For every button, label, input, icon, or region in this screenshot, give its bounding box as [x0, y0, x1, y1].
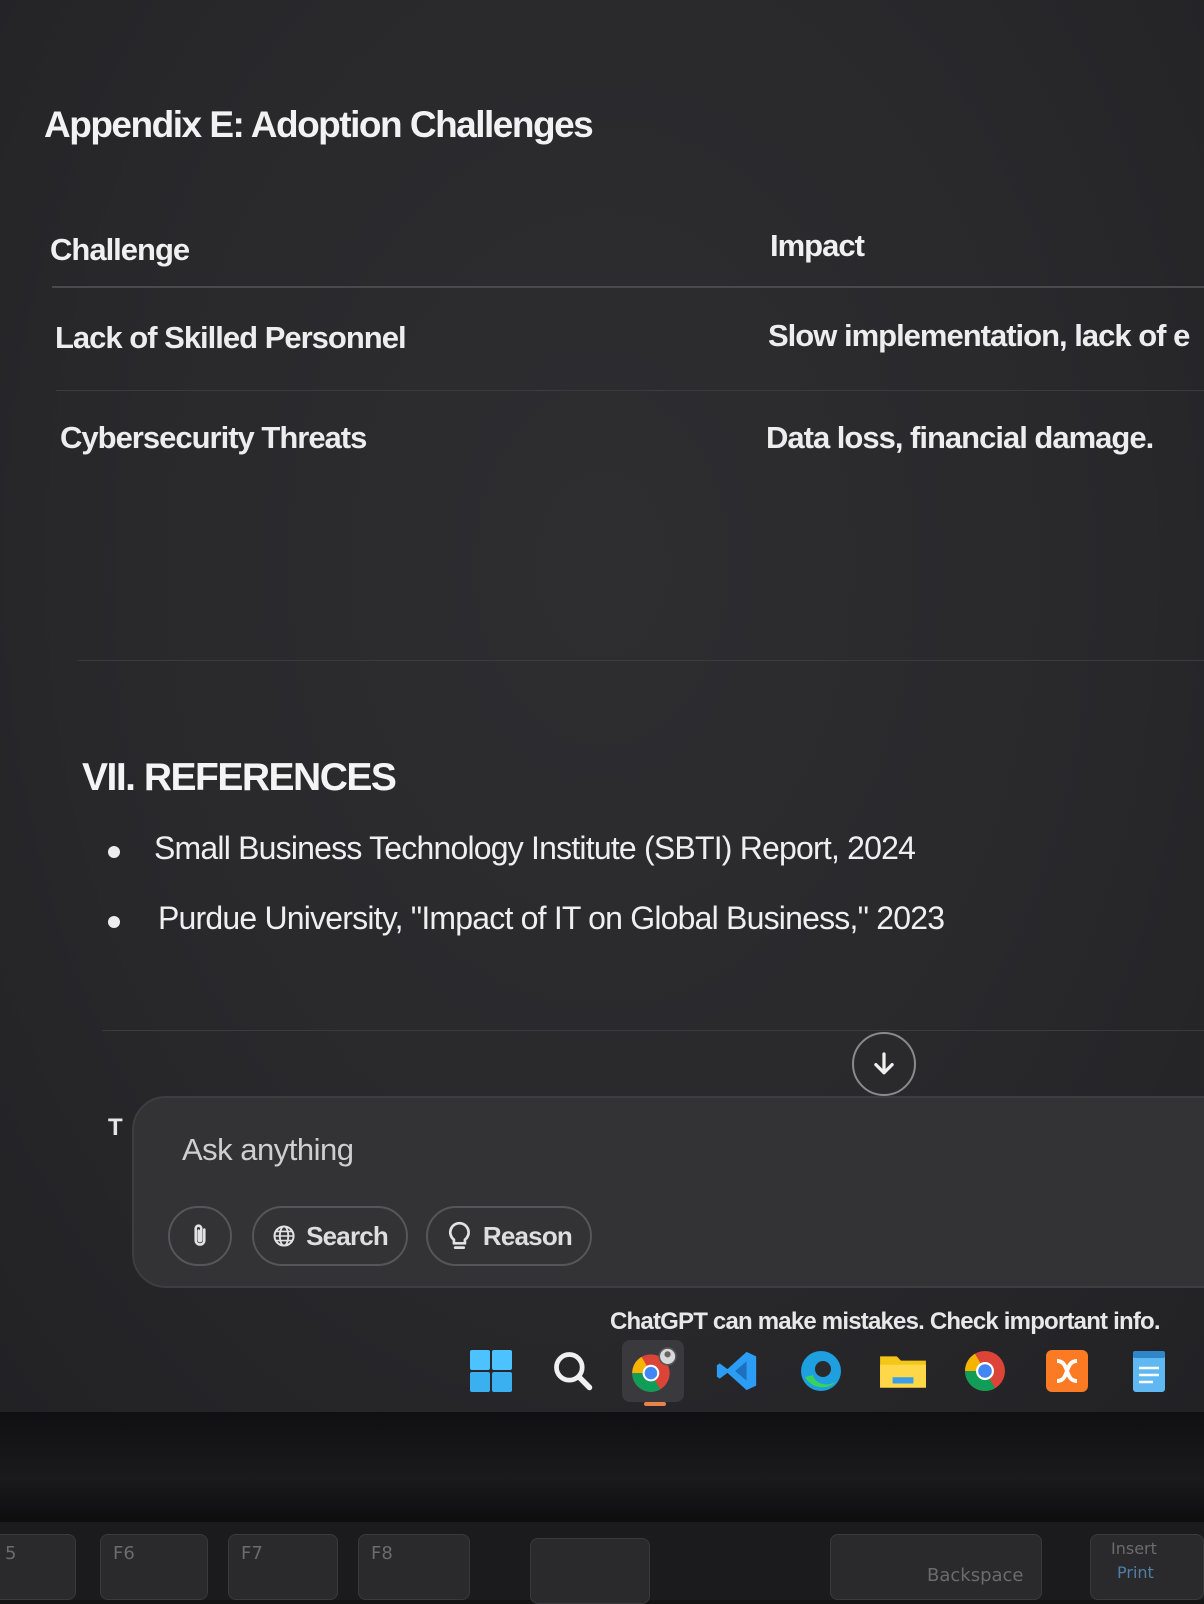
table-cell-impact-1: Slow implementation, lack of e [768, 318, 1190, 353]
scroll-to-bottom-button[interactable] [852, 1032, 916, 1096]
vscode-icon[interactable] [706, 1340, 768, 1402]
key-insert: Insert Print [1090, 1534, 1204, 1600]
search-button-label: Search [306, 1220, 389, 1251]
key-5: 5 [0, 1534, 76, 1600]
table-header-rule [52, 286, 1204, 288]
search-button[interactable]: Search [252, 1206, 408, 1266]
lightbulb-icon [448, 1221, 470, 1249]
arrow-down-icon [874, 1052, 894, 1075]
paperclip-icon [194, 1224, 206, 1246]
xampp-icon[interactable] [1036, 1340, 1098, 1402]
key-f6: F6 [100, 1534, 208, 1600]
references-heading: VII. REFERENCES [82, 756, 397, 799]
chrome-profile-icon[interactable] [622, 1340, 684, 1406]
reason-button-label: Reason [482, 1220, 573, 1251]
key-backspace: Backspace [830, 1534, 1042, 1600]
table-row-rule [56, 390, 1204, 391]
attach-button[interactable] [168, 1206, 232, 1266]
search-icon[interactable] [542, 1340, 604, 1402]
active-app-indicator [644, 1402, 666, 1406]
key-f8: F8 [358, 1534, 470, 1600]
reason-button[interactable]: Reason [426, 1206, 592, 1266]
reference-text: Purdue University, "Impact of IT on Glob… [158, 900, 945, 936]
bullet [108, 846, 120, 858]
table-cell-challenge-1: Lack of Skilled Personnel [55, 320, 407, 355]
notepad-icon[interactable] [1118, 1340, 1180, 1402]
disclaimer-text: ChatGPT can make mistakes. Check importa… [610, 1308, 1161, 1335]
key-f7: F7 [228, 1534, 338, 1600]
taskbar [0, 1340, 1204, 1412]
monitor-bezel [0, 1412, 1204, 1522]
key-blank [530, 1538, 650, 1604]
table-header-impact: Impact [770, 228, 865, 263]
edge-icon[interactable] [790, 1340, 852, 1402]
table-header-challenge: Challenge [50, 232, 190, 267]
file-explorer-icon[interactable] [872, 1340, 934, 1402]
message-composer[interactable]: Ask anything Search Reason [132, 1096, 1204, 1288]
table-cell-challenge-2: Cybersecurity Threats [60, 420, 367, 455]
section-divider [78, 660, 1204, 661]
bullet [108, 916, 120, 928]
globe-icon [273, 1225, 295, 1247]
screen: Appendix E: Adoption Challenges Challeng… [0, 0, 1204, 1412]
appendix-heading: Appendix E: Adoption Challenges [44, 104, 594, 145]
prompt-input[interactable]: Ask anything [182, 1132, 354, 1168]
windows-start-icon[interactable] [460, 1340, 522, 1402]
table-cell-impact-2: Data loss, financial damage. [766, 420, 1154, 455]
keyboard: 5 F6 F7 F8 Backspace Insert Print [0, 1522, 1204, 1604]
partial-message-text: T [108, 1114, 123, 1141]
reference-text: Small Business Technology Institute (SBT… [154, 830, 916, 866]
section-divider [102, 1030, 1204, 1031]
chrome-icon[interactable] [954, 1340, 1016, 1402]
